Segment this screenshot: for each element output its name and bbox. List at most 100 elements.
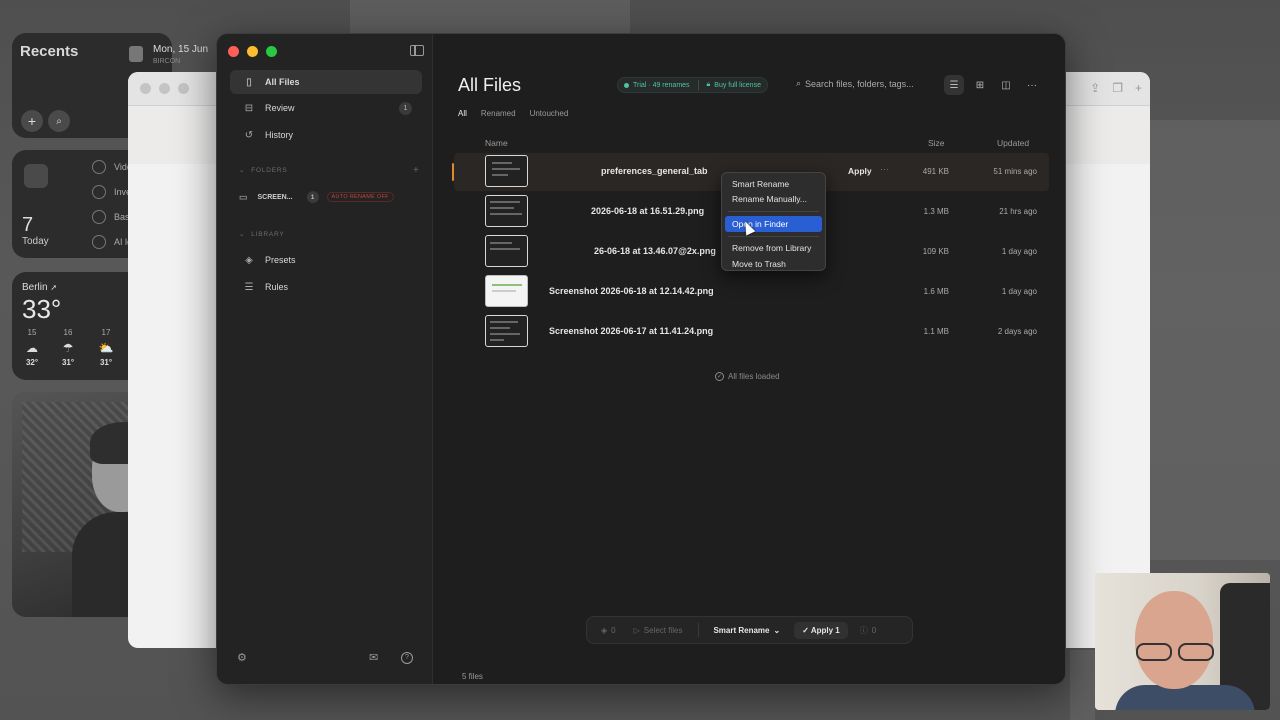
location-arrow-icon: ➚ [50, 283, 58, 292]
menu-divider [728, 211, 819, 212]
sidebar-item-history[interactable]: ↺ History [230, 123, 422, 147]
menu-item-move-to-trash[interactable]: Move to Trash [725, 256, 822, 272]
sidebar-footer: ⚙ ✉ ? [237, 651, 417, 664]
mail-icon[interactable]: ✉ [369, 651, 378, 664]
load-status: ✓ All files loaded [715, 372, 780, 381]
sidebar-item-all-files[interactable]: ▯ All Files [230, 70, 422, 94]
sidebar: ▯ All Files ⊟ Review 1 ↺ History ⌄ FOLDE… [217, 34, 433, 684]
column-header-updated[interactable]: Updated [997, 138, 1029, 148]
new-tab-icon[interactable]: + [1135, 81, 1142, 95]
tasks-count: 7 [22, 214, 34, 236]
webcam-person-shirt [1115, 685, 1255, 710]
background-window-icons: ⇪ ❐ + [1090, 81, 1142, 95]
check-circle-icon: ✓ [715, 372, 724, 381]
filter-tabs: All Renamed Untouched [458, 109, 568, 118]
layers-count: ◈ 0 [601, 626, 616, 635]
load-status-label: All files loaded [728, 372, 780, 381]
cloud-icon: ☁ [26, 341, 38, 355]
menu-divider [728, 235, 819, 237]
table-row[interactable]: Screenshot 2026-06-17 at 11.41.24.png 1.… [454, 313, 1049, 351]
apply-button[interactable]: ✓ Apply 1 [794, 621, 848, 639]
file-thumbnail [485, 195, 528, 227]
chevron-down-icon: ⌄ [239, 167, 246, 174]
task-item[interactable]: AI lo [92, 235, 132, 249]
more-options-icon[interactable]: ··· [1022, 75, 1042, 95]
play-icon: ▷ [633, 625, 640, 635]
sliders-icon: ☰ [244, 281, 254, 293]
inspector-panel-icon[interactable]: ◫ [996, 75, 1016, 95]
webcam-overlay [1095, 573, 1270, 710]
file-size: 109 KB [922, 247, 949, 256]
close-button[interactable] [228, 46, 239, 57]
sidebar-item-review[interactable]: ⊟ Review 1 [230, 96, 422, 120]
webcam-person-face [1135, 591, 1213, 689]
zoom-button[interactable] [266, 46, 277, 57]
column-header-name[interactable]: Name [485, 138, 508, 148]
buy-license-link[interactable]: Buy full license [714, 82, 761, 89]
select-files-label: Select files [643, 625, 683, 635]
trial-label: Trial · 49 renames [633, 81, 690, 89]
sidebar-item-rules[interactable]: ☰ Rules [230, 275, 422, 299]
file-thumbnail [485, 235, 528, 267]
chevron-down-icon: ⌄ [773, 625, 781, 635]
file-name: 26-06-18 at 13.46.07@2x.png [594, 246, 716, 256]
tab-all[interactable]: All [458, 109, 467, 118]
review-count-badge: 1 [399, 101, 412, 115]
share-icon[interactable]: ⇪ [1090, 81, 1100, 95]
trial-status-badge[interactable]: Trial · 49 renames 🔒︎ Buy full license [617, 77, 768, 93]
sidebar-folder-item[interactable]: ▭ SCREEN... 1 AUTO RENAME OFF [239, 191, 394, 203]
gear-icon[interactable]: ⚙ [237, 651, 247, 664]
minimize-button[interactable] [247, 46, 258, 57]
folders-section-header[interactable]: ⌄ FOLDERS [239, 166, 288, 175]
tab-renamed[interactable]: Renamed [481, 109, 516, 118]
menu-item-remove-from-library[interactable]: Remove from Library [725, 241, 822, 257]
search-input[interactable]: ⌕ Search files, folders, tags... [796, 78, 914, 89]
sidebar-item-presets[interactable]: ◈ Presets [230, 248, 422, 272]
forecast-temp: 32° [25, 358, 39, 367]
task-item[interactable]: Bas [92, 210, 130, 224]
task-item[interactable]: Inve [92, 185, 131, 199]
menu-item-open-in-finder[interactable]: Open in Finder [725, 216, 822, 232]
apply-row-button[interactable]: Apply [848, 166, 872, 176]
file-name: Screenshot 2026-06-17 at 11.41.24.png [549, 326, 714, 336]
auto-rename-status-badge[interactable]: AUTO RENAME OFF [326, 192, 394, 202]
rename-mode-select[interactable]: Smart Rename ⌄ [713, 626, 780, 635]
forecast-day: 16 ☂ 31° [56, 328, 80, 367]
checkbox-icon[interactable] [92, 235, 106, 249]
errors-count-label: 0 [871, 625, 877, 635]
sidebar-toggle-icon[interactable] [410, 45, 424, 56]
column-header-size[interactable]: Size [928, 138, 945, 148]
table-row[interactable]: Screenshot 2026-06-18 at 12.14.42.png 1.… [454, 273, 1049, 311]
row-more-button[interactable]: ··· [880, 164, 889, 174]
help-icon[interactable]: ? [401, 651, 413, 664]
main-content: All Files Trial · 49 renames 🔒︎ Buy full… [434, 34, 1065, 684]
tabs-icon[interactable]: ❐ [1112, 81, 1123, 95]
select-files-button[interactable]: ▷ Select files [634, 626, 683, 635]
library-section-header[interactable]: ⌄ LIBRARY [239, 230, 285, 239]
history-icon: ↺ [244, 129, 254, 141]
grid-view-icon[interactable]: ⊞ [970, 75, 990, 95]
folder-icon: ▭ [239, 191, 248, 202]
rain-cloud-icon: ☂ [62, 341, 74, 355]
file-updated: 1 day ago [1001, 287, 1037, 296]
sidebar-item-label: Presets [265, 255, 296, 265]
file-name: 2026-06-18 at 16.51.29.png [591, 206, 705, 216]
checkbox-icon[interactable] [92, 210, 106, 224]
list-view-icon[interactable]: ☰ [944, 75, 964, 95]
menu-item-smart-rename[interactable]: Smart Rename [725, 176, 822, 192]
checkbox-icon[interactable] [92, 185, 106, 199]
task-item[interactable]: Vide [92, 160, 132, 174]
app-window[interactable]: ▯ All Files ⊟ Review 1 ↺ History ⌄ FOLDE… [216, 33, 1066, 685]
file-size: 1.1 MB [923, 327, 949, 336]
file-count-footer: 5 files [462, 672, 483, 681]
checkbox-icon[interactable] [92, 160, 106, 174]
weather-city: Berlin ➚ [22, 282, 57, 293]
folder-name: SCREEN... [257, 193, 293, 201]
add-folder-icon[interactable]: + [413, 165, 419, 176]
add-icon[interactable]: + [21, 110, 43, 132]
tab-untouched[interactable]: Untouched [530, 109, 569, 118]
menu-item-rename-manually[interactable]: Rename Manually... [725, 192, 822, 208]
selection-marker [452, 163, 454, 181]
search-icon[interactable]: ⌕ [48, 110, 70, 132]
file-thumbnail [485, 315, 528, 347]
